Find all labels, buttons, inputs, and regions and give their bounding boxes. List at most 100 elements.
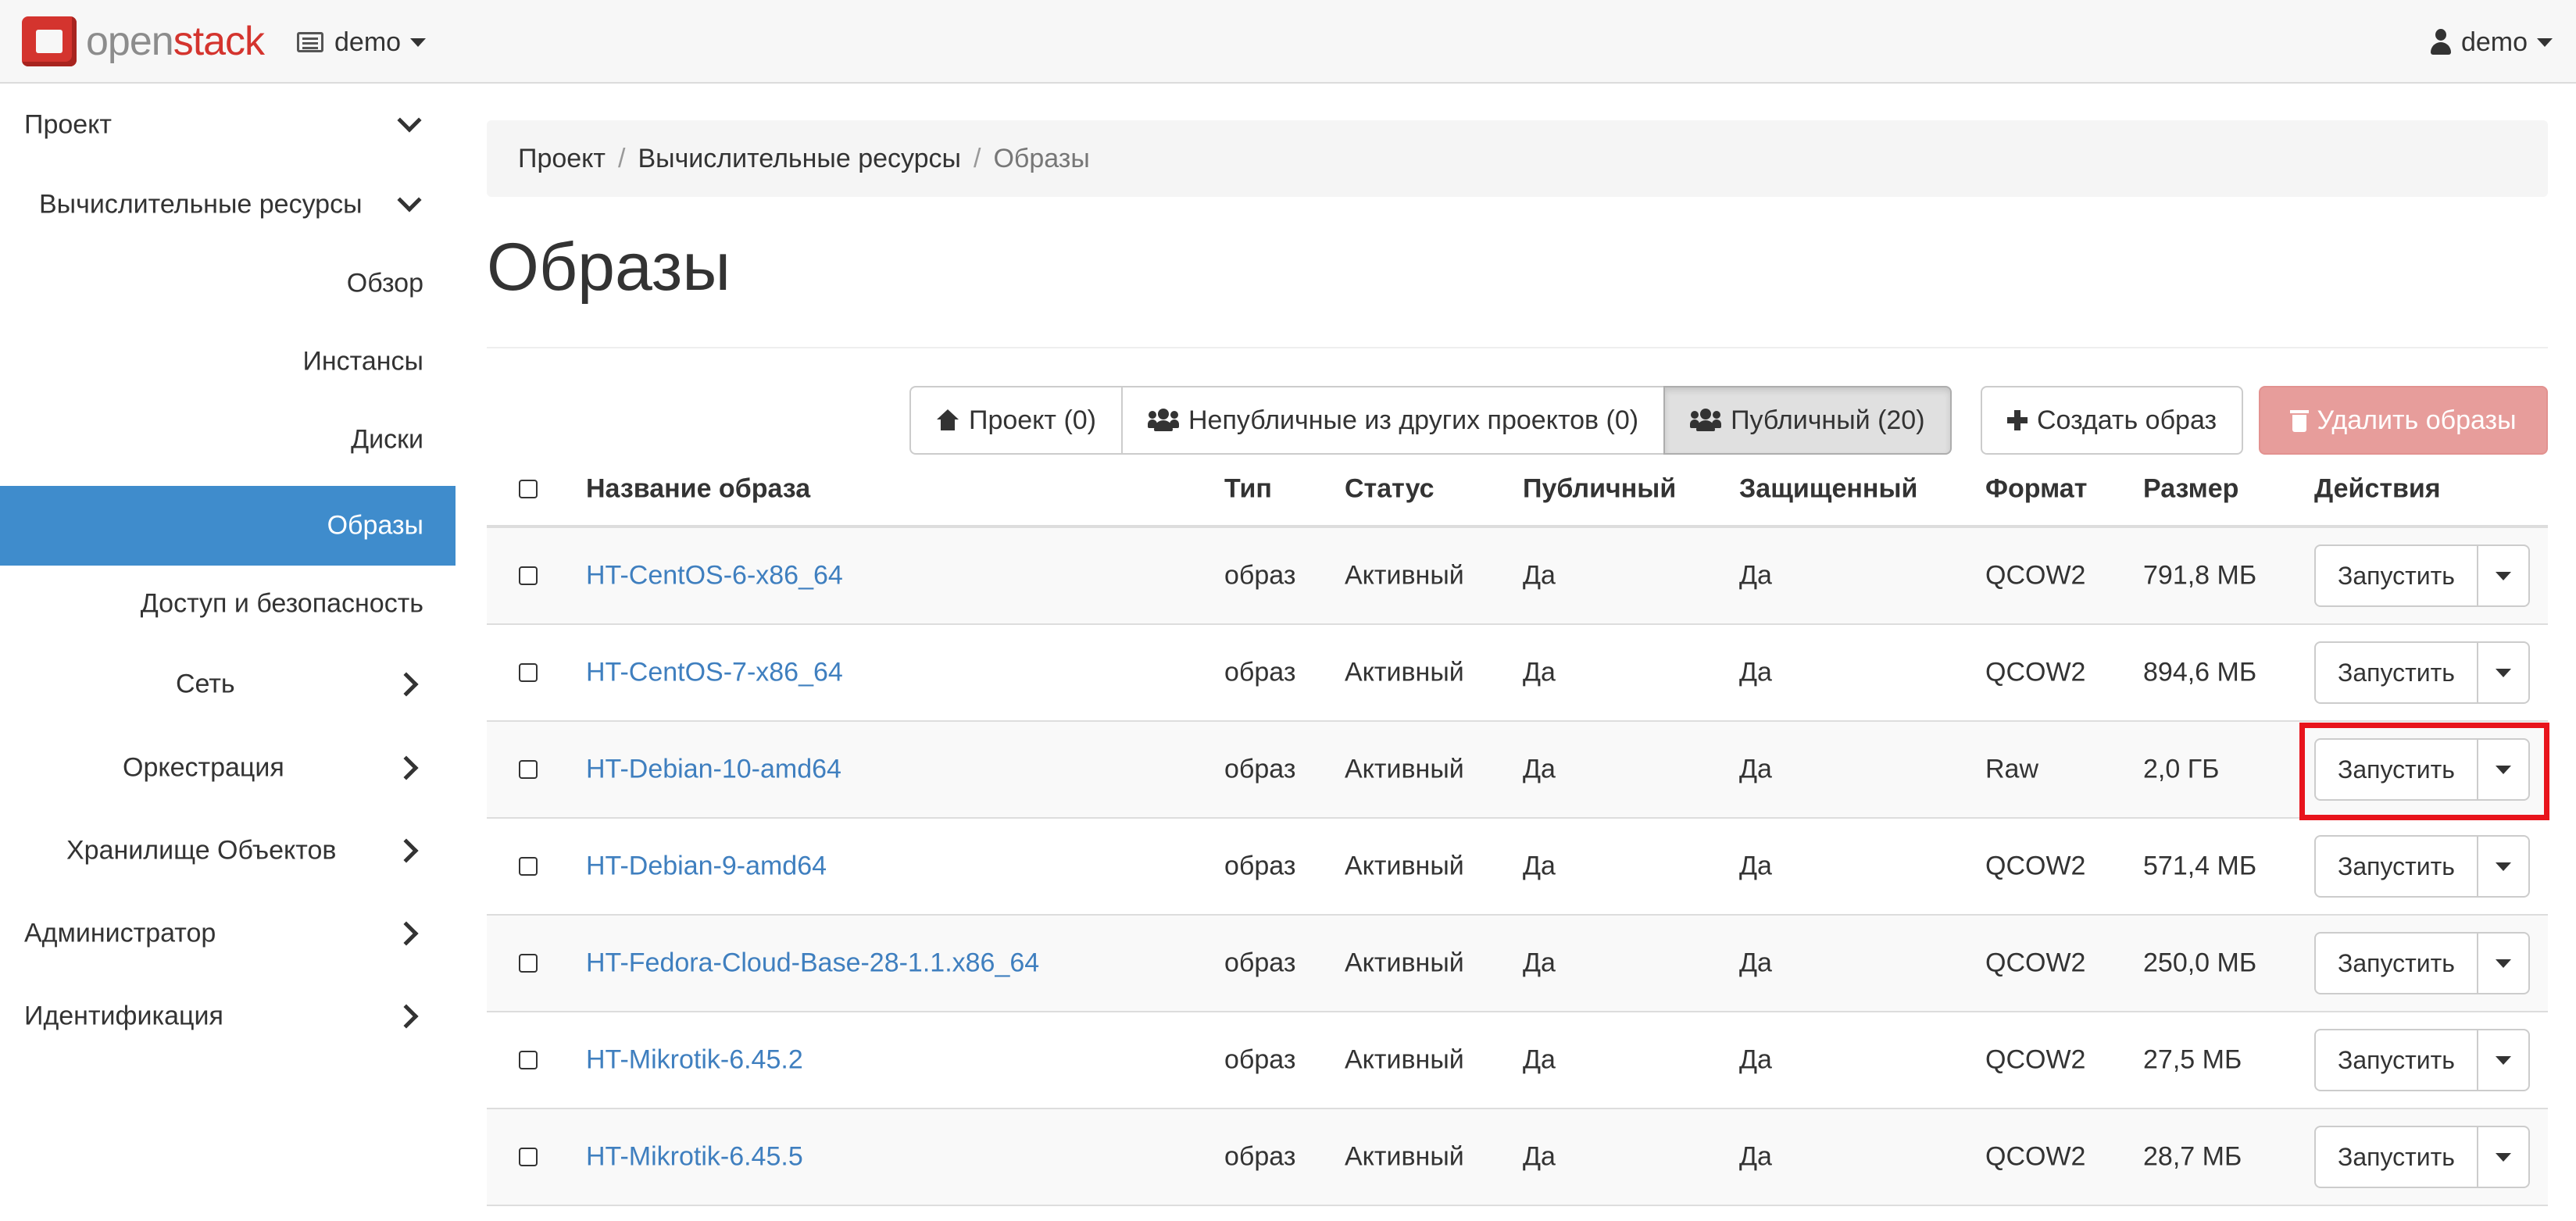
row-checkbox[interactable] [519, 663, 538, 682]
filter-public-button[interactable]: Публичный (20) [1663, 386, 1952, 455]
filter-shared-button[interactable]: Непубличные из других проектов (0) [1121, 386, 1666, 455]
actions-dropdown-toggle[interactable] [2477, 641, 2530, 704]
caret-down-icon [2496, 571, 2511, 580]
users-icon [1148, 409, 1179, 432]
column-header-protected[interactable]: Защищенный [1739, 474, 1917, 505]
column-header-name[interactable]: Название образа [586, 474, 810, 505]
select-all-checkbox[interactable] [519, 480, 538, 498]
launch-button[interactable]: Запустить [2314, 1126, 2478, 1188]
breadcrumb-project[interactable]: Проект [518, 144, 606, 174]
image-name-link[interactable]: HT-Fedora-Cloud-Base-28-1.1.x86_64 [586, 948, 1039, 979]
home-icon [936, 409, 959, 431]
column-header-type[interactable]: Тип [1224, 474, 1272, 505]
cell-protected: Да [1739, 560, 1772, 591]
cell-public: Да [1523, 754, 1556, 784]
launch-button[interactable]: Запустить [2314, 1029, 2478, 1091]
sidebar-item-orchestration[interactable]: Оркестрация [0, 728, 456, 808]
actions-dropdown-toggle[interactable] [2477, 544, 2530, 607]
openstack-logo-icon [22, 16, 77, 66]
sidebar-item-overview[interactable]: Обзор [0, 245, 456, 323]
launch-button[interactable]: Запустить [2314, 932, 2478, 994]
create-image-button[interactable]: Создать образ [1981, 386, 2244, 455]
cell-format: QCOW2 [1985, 851, 2086, 881]
breadcrumb-separator: / [973, 143, 981, 173]
sidebar-item-label: Идентификация [24, 1001, 223, 1031]
sidebar-item-compute[interactable]: Вычислительные ресурсы [0, 165, 456, 245]
sidebar-item-volumes[interactable]: Диски [0, 401, 456, 479]
filter-project-label: Проект (0) [969, 405, 1096, 435]
sidebar-item-label: Образы [327, 510, 423, 541]
cell-size: 791,8 МБ [2143, 560, 2257, 591]
row-checkbox[interactable] [519, 857, 538, 876]
column-header-public[interactable]: Публичный [1523, 474, 1676, 505]
image-name-link[interactable]: HT-Mikrotik-6.45.5 [586, 1142, 803, 1173]
sidebar-item-project[interactable]: Проект [0, 85, 456, 165]
sidebar-item-access-security[interactable]: Доступ и безопасность [0, 565, 456, 643]
cell-format: QCOW2 [1985, 657, 2086, 687]
cell-protected: Да [1739, 948, 1772, 978]
cell-size: 28,7 МБ [2143, 1141, 2242, 1172]
sidebar-item-label: Инстансы [302, 346, 423, 377]
image-name-link[interactable]: HT-Debian-10-amd64 [586, 755, 841, 785]
openstack-logo[interactable]: openstack [22, 14, 265, 69]
row-actions: Запустить [2314, 1126, 2530, 1188]
cell-format: QCOW2 [1985, 560, 2086, 591]
image-name-link[interactable]: HT-Mikrotik-6.45.2 [586, 1045, 803, 1076]
cell-public: Да [1523, 1141, 1556, 1172]
cell-format: Raw [1985, 754, 2039, 784]
filter-project-button[interactable]: Проект (0) [909, 386, 1123, 455]
row-checkbox[interactable] [519, 566, 538, 585]
sidebar: Проект Вычислительные ресурсы Обзор Инст… [0, 85, 456, 1221]
launch-button[interactable]: Запустить [2314, 641, 2478, 704]
caret-down-icon [2496, 959, 2511, 968]
image-name-link[interactable]: HT-CentOS-6-x86_64 [586, 561, 843, 591]
cell-type: образ [1224, 560, 1296, 591]
user-name: demo [2460, 27, 2528, 57]
actions-dropdown-toggle[interactable] [2477, 932, 2530, 994]
breadcrumb-compute[interactable]: Вычислительные ресурсы [638, 144, 961, 174]
row-checkbox[interactable] [519, 1148, 538, 1166]
image-name-link[interactable]: HT-Debian-9-amd64 [586, 851, 827, 882]
cell-protected: Да [1739, 754, 1772, 784]
delete-images-button[interactable]: Удалить образы [2259, 386, 2548, 455]
column-header-status[interactable]: Статус [1345, 474, 1434, 505]
image-name-link[interactable]: HT-CentOS-7-x86_64 [586, 658, 843, 688]
launch-button[interactable]: Запустить [2314, 835, 2478, 898]
row-checkbox[interactable] [519, 1051, 538, 1069]
project-icon [297, 32, 323, 52]
plus-icon [2007, 410, 2028, 430]
sidebar-item-admin[interactable]: Администратор [0, 894, 456, 973]
user-icon [2430, 29, 2452, 55]
user-menu[interactable]: demo [2430, 23, 2553, 61]
table-row: HT-Debian-9-amd64 образ Активный Да Да QCOW2 5… [487, 819, 2548, 916]
cell-protected: Да [1739, 1141, 1772, 1172]
caret-down-icon [410, 37, 427, 47]
column-header-size[interactable]: Размер [2143, 474, 2238, 505]
sidebar-item-images[interactable]: Образы [0, 486, 456, 566]
chevron-right-icon [394, 838, 419, 863]
breadcrumb-current: Образы [993, 143, 1090, 173]
sidebar-item-network[interactable]: Сеть [0, 644, 456, 724]
sidebar-item-object-store[interactable]: Хранилище Объектов [0, 811, 456, 891]
chevron-right-icon [394, 755, 419, 780]
actions-dropdown-toggle[interactable] [2477, 1126, 2530, 1188]
table-row: HT-CentOS-7-x86_64 образ Активный Да Да QCOW2… [487, 625, 2548, 722]
row-actions: Запустить [2314, 932, 2530, 994]
column-header-format[interactable]: Формат [1985, 474, 2087, 505]
row-checkbox[interactable] [519, 760, 538, 779]
launch-button[interactable]: Запустить [2314, 544, 2478, 607]
page-title: Образы [487, 230, 731, 305]
project-switcher[interactable]: demo [297, 23, 427, 61]
cell-public: Да [1523, 560, 1556, 591]
cell-status: Активный [1345, 754, 1464, 784]
cell-status: Активный [1345, 948, 1464, 978]
actions-dropdown-toggle[interactable] [2477, 835, 2530, 898]
sidebar-item-identity[interactable]: Идентификация [0, 976, 456, 1056]
project-name: demo [334, 27, 402, 57]
sidebar-item-instances[interactable]: Инстансы [0, 323, 456, 401]
cell-size: 894,6 МБ [2143, 657, 2257, 687]
table-row: HT-Mikrotik-6.45.2 образ Активный Да Да QCOW2… [487, 1012, 2548, 1109]
row-checkbox[interactable] [519, 954, 538, 973]
actions-dropdown-toggle[interactable] [2477, 1029, 2530, 1091]
create-image-label: Создать образ [2037, 405, 2217, 435]
